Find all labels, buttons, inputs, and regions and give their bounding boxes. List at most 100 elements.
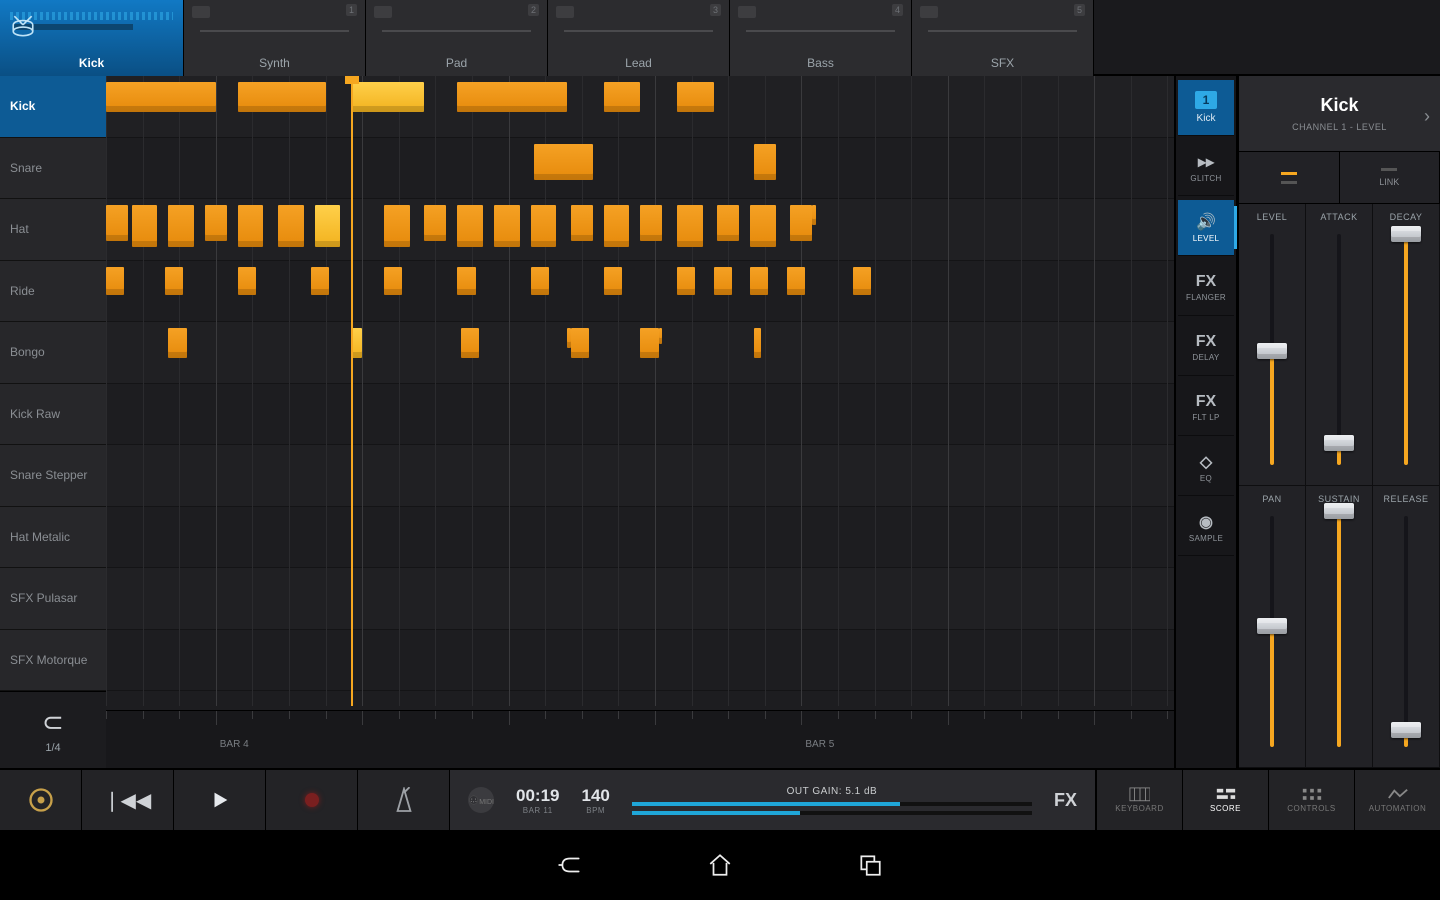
slider-attack[interactable]: ATTACK — [1306, 204, 1373, 486]
note[interactable] — [717, 205, 739, 241]
note[interactable] — [787, 267, 805, 295]
note[interactable] — [238, 205, 264, 247]
note[interactable] — [106, 205, 128, 241]
timeline-ruler[interactable]: BAR 4BAR 5 — [106, 710, 1174, 768]
note[interactable] — [571, 328, 589, 358]
note[interactable] — [640, 205, 662, 241]
android-recent-button[interactable] — [855, 850, 885, 880]
chan-btn-glitch[interactable]: ▸▸GLITCH — [1178, 140, 1234, 196]
android-back-button[interactable] — [555, 850, 585, 880]
slider-thumb[interactable] — [1257, 343, 1287, 359]
track-tab-pad[interactable]: 2Pad — [366, 0, 548, 76]
slider-pan[interactable]: PAN — [1239, 486, 1306, 768]
midi-icon[interactable]: MIDI — [468, 787, 494, 813]
chan-btn-fx-delay[interactable]: FXDELAY — [1178, 320, 1234, 376]
note[interactable] — [571, 205, 593, 241]
sample-row-hat-metalic[interactable]: Hat Metalic — [0, 507, 106, 569]
note[interactable] — [604, 82, 641, 112]
slider-thumb[interactable] — [1324, 503, 1354, 519]
note[interactable] — [311, 267, 329, 295]
track-tab-lead[interactable]: 3Lead — [548, 0, 730, 76]
note[interactable] — [750, 205, 776, 247]
note[interactable] — [714, 267, 732, 295]
note[interactable] — [165, 267, 183, 295]
chan-btn-sample[interactable]: ◉SAMPLE — [1178, 500, 1234, 556]
track-tab-bass[interactable]: 4Bass — [730, 0, 912, 76]
sample-row-hat[interactable]: Hat — [0, 199, 106, 261]
note[interactable] — [640, 328, 658, 358]
note[interactable] — [205, 205, 227, 241]
sample-row-kick[interactable]: Kick — [0, 76, 106, 138]
slider-sustain[interactable]: SUSTAIN — [1306, 486, 1373, 768]
slider-thumb[interactable] — [1391, 722, 1421, 738]
note[interactable] — [106, 267, 124, 295]
note[interactable] — [494, 205, 520, 247]
note[interactable] — [132, 205, 158, 247]
android-home-button[interactable] — [705, 850, 735, 880]
note[interactable] — [659, 328, 663, 344]
note[interactable] — [278, 205, 304, 247]
sample-row-kick-raw[interactable]: Kick Raw — [0, 384, 106, 446]
link-button[interactable]: LINK — [1340, 152, 1440, 203]
note[interactable] — [754, 328, 761, 358]
playhead[interactable] — [351, 76, 353, 706]
bpm-display[interactable]: 140 BPM — [581, 786, 609, 815]
note[interactable] — [168, 205, 194, 247]
slider-release[interactable]: RELEASE — [1373, 486, 1440, 768]
sample-row-sfx-pulasar[interactable]: SFX Pulasar — [0, 568, 106, 630]
app-logo-button[interactable] — [0, 770, 82, 830]
note[interactable] — [754, 144, 776, 180]
record-button[interactable] — [266, 770, 358, 830]
note[interactable] — [531, 205, 557, 247]
note[interactable] — [534, 144, 593, 180]
slider-thumb[interactable] — [1257, 618, 1287, 634]
note[interactable] — [457, 205, 483, 247]
rewind-button[interactable]: ❘◀◀ — [82, 770, 174, 830]
sample-row-sfx-motorque[interactable]: SFX Motorque — [0, 630, 106, 692]
fx-button[interactable]: FX — [1054, 790, 1077, 811]
slider-level[interactable]: LEVEL — [1239, 204, 1306, 486]
sample-row-snare[interactable]: Snare — [0, 138, 106, 200]
slider-thumb[interactable] — [1391, 226, 1421, 242]
view-keyboard-button[interactable]: KEYBOARD — [1096, 770, 1182, 830]
note[interactable] — [457, 267, 475, 295]
note[interactable] — [315, 205, 341, 247]
output-gain-display[interactable]: OUT GAIN: 5.1 dB — [632, 786, 1032, 815]
sample-row-snare-stepper[interactable]: Snare Stepper — [0, 445, 106, 507]
time-display[interactable]: 00:19 BAR 11 — [516, 786, 559, 815]
play-button[interactable] — [174, 770, 266, 830]
note[interactable] — [238, 267, 256, 295]
track-tab-sfx[interactable]: 5SFX — [912, 0, 1094, 76]
metronome-button[interactable] — [358, 770, 450, 830]
note[interactable] — [351, 82, 424, 112]
note[interactable] — [531, 267, 549, 295]
view-automation-button[interactable]: AUTOMATION — [1354, 770, 1440, 830]
chan-btn-fx-fltlp[interactable]: FXFLT LP — [1178, 380, 1234, 436]
note[interactable] — [424, 205, 446, 241]
note[interactable] — [677, 267, 695, 295]
link-indicator-a[interactable] — [1239, 152, 1340, 203]
chan-btn-level[interactable]: 🔊LEVEL — [1178, 200, 1234, 256]
sample-row-ride[interactable]: Ride — [0, 261, 106, 323]
note[interactable] — [384, 205, 410, 247]
note[interactable] — [168, 328, 186, 358]
slider-decay[interactable]: DECAY — [1373, 204, 1440, 486]
snap-control[interactable]: ⊃1/4 — [0, 691, 106, 768]
note[interactable] — [604, 267, 622, 295]
note[interactable] — [677, 205, 703, 247]
note[interactable] — [812, 205, 816, 225]
chan-btn-eq[interactable]: ◇EQ — [1178, 440, 1234, 496]
note[interactable] — [238, 82, 326, 112]
track-tab-synth[interactable]: 1Synth — [184, 0, 366, 76]
inspector-expand-icon[interactable]: › — [1424, 106, 1430, 127]
track-tab-kick[interactable]: Kick — [0, 0, 184, 76]
note[interactable] — [853, 267, 871, 295]
note[interactable] — [604, 205, 630, 247]
note[interactable] — [106, 82, 216, 112]
view-controls-button[interactable]: CONTROLS — [1268, 770, 1354, 830]
note[interactable] — [790, 205, 812, 241]
view-score-button[interactable]: SCORE — [1182, 770, 1268, 830]
sequencer-grid[interactable]: BAR 4BAR 5 — [106, 76, 1174, 768]
note[interactable] — [461, 328, 479, 358]
slider-thumb[interactable] — [1324, 435, 1354, 451]
